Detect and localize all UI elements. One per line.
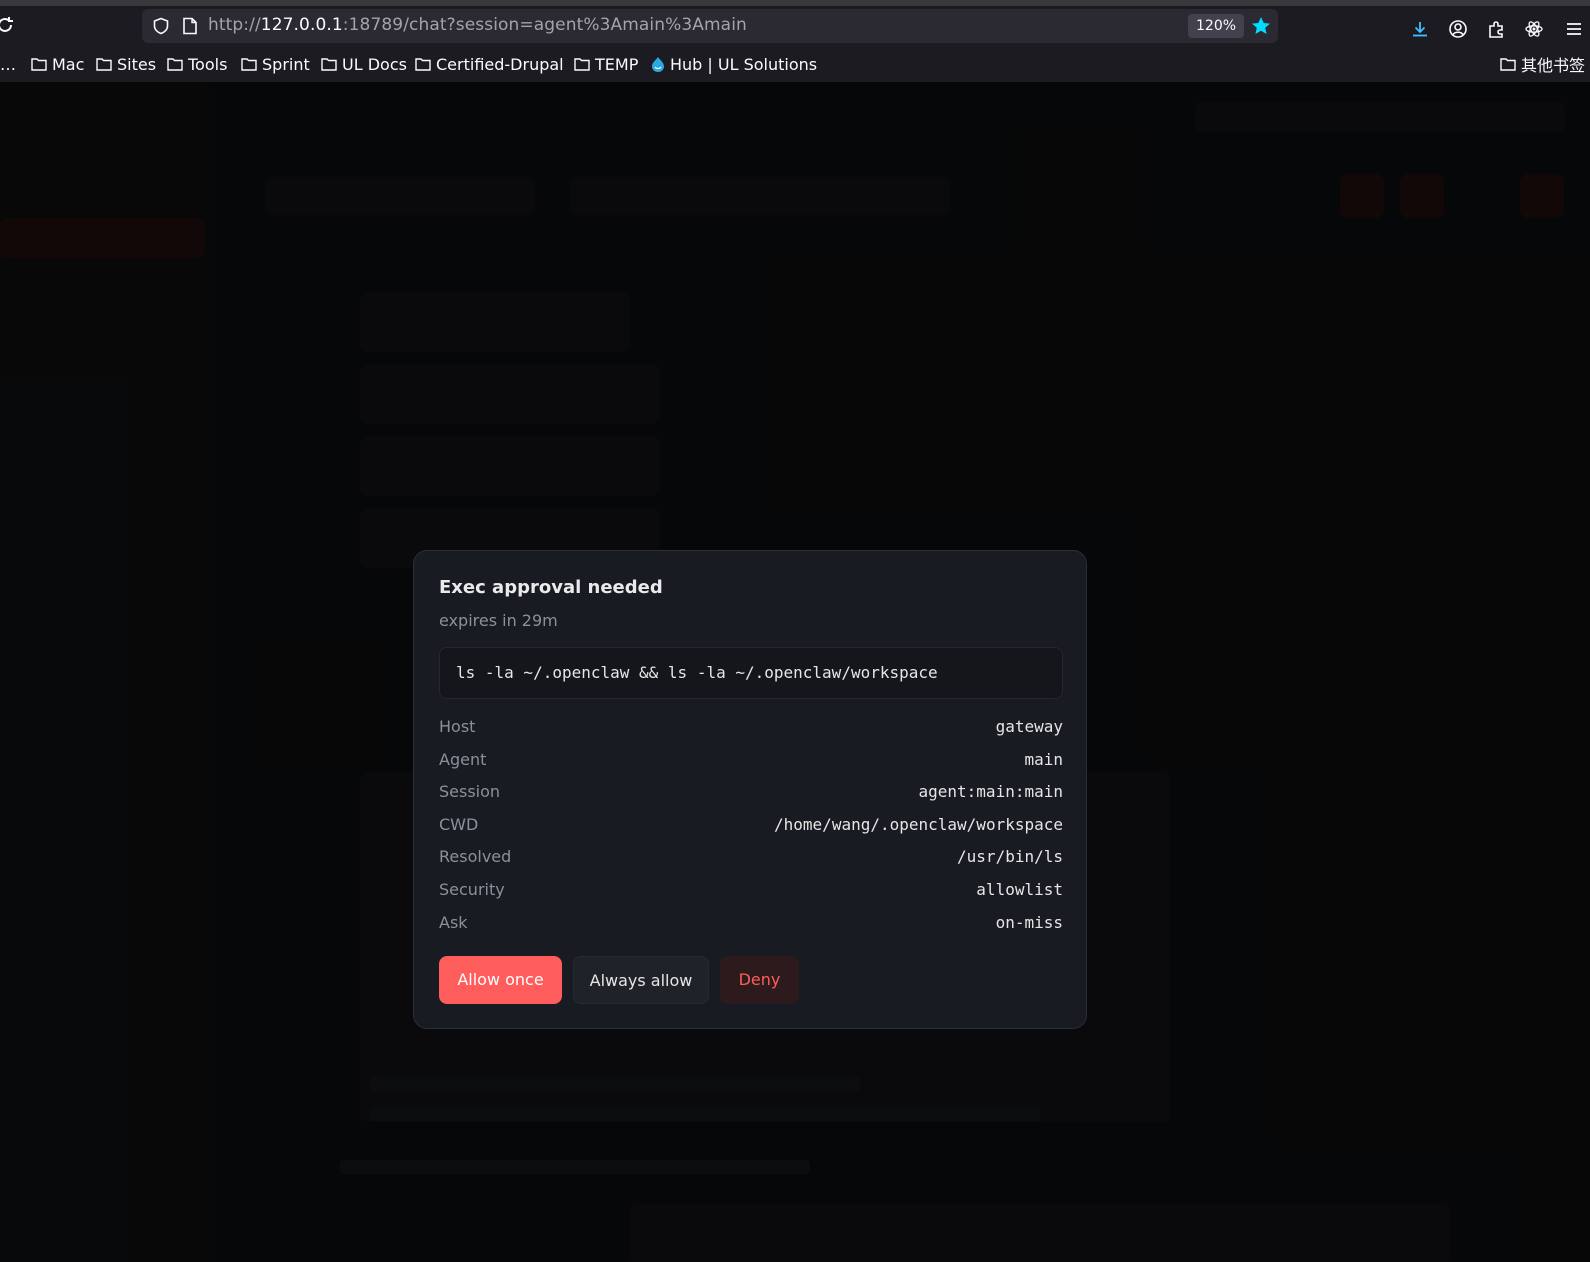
allow-once-button[interactable]: Allow once: [439, 956, 562, 1004]
bookmark-folder-sprint[interactable]: Sprint: [241, 54, 310, 74]
bookmark-folder-sites[interactable]: Sites: [96, 54, 156, 74]
exec-approval-dialog: Exec approval needed expires in 29m ls -…: [413, 550, 1087, 1029]
bookmark-hub-ul-solutions[interactable]: Hub | UL Solutions: [651, 54, 817, 74]
folder-icon: [31, 58, 47, 71]
react-devtools-icon[interactable]: [1524, 19, 1544, 39]
folder-icon: [415, 58, 431, 71]
dialog-expiry: expires in 29m: [439, 611, 558, 630]
detail-value: main: [1024, 749, 1063, 769]
drupal-drop-icon: [652, 57, 664, 72]
folder-icon: [1500, 58, 1516, 71]
detail-row-host: Host gateway: [439, 717, 1063, 750]
zoom-level-badge[interactable]: 120%: [1188, 14, 1245, 38]
deny-button[interactable]: Deny: [720, 956, 799, 1004]
reload-icon[interactable]: [0, 14, 16, 36]
detail-key: Session: [439, 782, 501, 802]
bookmark-folder-certified-drupal[interactable]: Certified-Drupal: [415, 54, 564, 74]
details-list: Host gateway Agent main Session agent:main:…: [439, 717, 1063, 945]
always-allow-button[interactable]: Always allow: [573, 956, 709, 1004]
detail-key: Ask: [439, 912, 468, 932]
bookmark-folder-ul-docs[interactable]: UL Docs: [321, 54, 407, 74]
detail-value: agent:main:main: [918, 782, 1064, 802]
bookmarks-overflow[interactable]: …: [0, 54, 16, 74]
detail-key: Host: [439, 717, 476, 736]
detail-key: Agent: [439, 749, 487, 769]
detail-key: Resolved: [439, 847, 512, 867]
detail-row-resolved: Resolved/usr/bin/ls: [439, 847, 1063, 880]
account-icon[interactable]: [1448, 19, 1468, 39]
folder-icon: [321, 58, 337, 71]
bookmark-star-icon[interactable]: [1250, 15, 1272, 37]
detail-value: /home/wang/.openclaw/workspace: [774, 814, 1063, 834]
detail-row-agent: Agent main: [439, 750, 1063, 783]
bookmark-folder-mac[interactable]: Mac: [31, 54, 84, 74]
navigation-toolbar: http://127.0.0.1:18789/chat?session=agen…: [0, 6, 1590, 46]
bookmark-folder-temp[interactable]: TEMP: [574, 54, 638, 74]
bookmarks-toolbar: … Mac Sites Tools Sprint UL Docs Certifi…: [0, 46, 1590, 82]
detail-key: Security: [439, 879, 505, 899]
detail-row-ask: Ask on-miss: [439, 913, 1063, 946]
page-info-icon[interactable]: [182, 17, 198, 35]
dialog-title: Exec approval needed: [439, 577, 663, 598]
detail-value: gateway: [995, 717, 1063, 736]
tracking-protection-shield-icon[interactable]: [152, 17, 170, 35]
extensions-icon[interactable]: [1486, 19, 1506, 39]
folder-icon: [167, 58, 183, 71]
folder-icon: [241, 58, 257, 71]
detail-row-session: Session agent:main:main: [439, 782, 1063, 815]
bookmark-folder-tools[interactable]: Tools: [167, 54, 227, 74]
downloads-icon[interactable]: [1410, 19, 1430, 39]
bookmark-folder-other-bookmarks[interactable]: 其他书签: [1500, 54, 1585, 75]
detail-value: /usr/bin/ls: [957, 847, 1063, 867]
folder-icon: [96, 58, 112, 71]
menu-hamburger-icon[interactable]: [1564, 19, 1584, 39]
detail-value: on-miss: [995, 912, 1063, 932]
detail-row-cwd: CWD/home/wang/.openclaw/workspace: [439, 815, 1063, 848]
url-text[interactable]: http://127.0.0.1:18789/chat?session=agen…: [208, 15, 747, 35]
detail-value: allowlist: [976, 879, 1063, 899]
folder-icon: [574, 58, 590, 71]
detail-row-security: Security allowlist: [439, 880, 1063, 913]
command-preview: ls -la ~/.openclaw && ls -la ~/.openclaw…: [439, 647, 1063, 699]
detail-key: CWD: [439, 814, 479, 834]
